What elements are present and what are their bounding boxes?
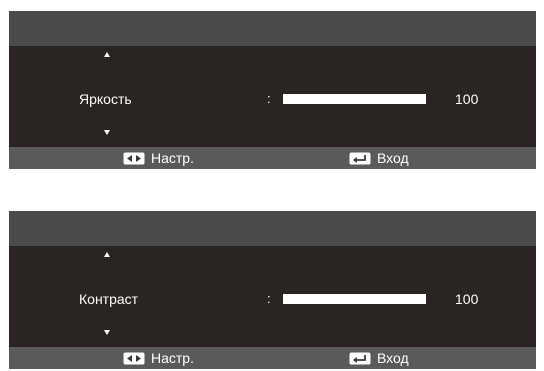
- slider-fill: [283, 294, 426, 304]
- adjust-hint: Настр.: [123, 350, 194, 366]
- brightness-slider[interactable]: [283, 94, 426, 104]
- setting-value: 100: [455, 91, 479, 107]
- osd-panel-contrast: Контраст : 100 Настр. Вход: [9, 211, 536, 369]
- osd-panel-brightness: Яркость : 100 Настр. Вход: [9, 11, 536, 169]
- setting-label: Яркость: [79, 91, 132, 107]
- label-separator: :: [267, 291, 271, 306]
- enter-label: Вход: [377, 350, 409, 366]
- adjust-label: Настр.: [151, 150, 194, 166]
- osd-footer: Настр. Вход: [9, 347, 536, 369]
- slider-fill: [283, 94, 426, 104]
- enter-label: Вход: [377, 150, 409, 166]
- osd-header-bar: [9, 211, 536, 246]
- osd-body: Яркость : 100: [9, 46, 536, 147]
- enter-key-icon: [349, 352, 371, 364]
- osd-body: Контраст : 100: [9, 246, 536, 347]
- left-right-arrows-key-icon: [123, 352, 145, 364]
- contrast-slider[interactable]: [283, 294, 426, 304]
- scroll-up-arrow-icon[interactable]: [104, 252, 110, 257]
- enter-key-icon: [349, 152, 371, 164]
- osd-header-bar: [9, 11, 536, 46]
- scroll-up-arrow-icon[interactable]: [104, 52, 110, 57]
- label-separator: :: [267, 91, 271, 106]
- scroll-down-arrow-icon[interactable]: [104, 130, 110, 135]
- setting-value: 100: [455, 291, 479, 307]
- adjust-hint: Настр.: [123, 150, 194, 166]
- osd-footer: Настр. Вход: [9, 147, 536, 169]
- setting-label: Контраст: [79, 291, 139, 307]
- adjust-label: Настр.: [151, 350, 194, 366]
- left-right-arrows-key-icon: [123, 152, 145, 164]
- enter-hint: Вход: [349, 150, 409, 166]
- scroll-down-arrow-icon[interactable]: [104, 330, 110, 335]
- enter-hint: Вход: [349, 350, 409, 366]
